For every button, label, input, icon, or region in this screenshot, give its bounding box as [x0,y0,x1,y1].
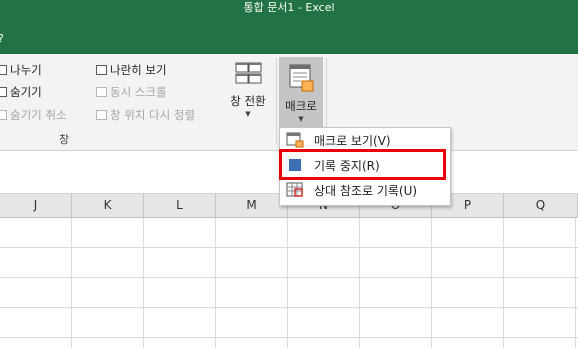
row-gridline [0,337,578,338]
column-gridline [503,218,504,348]
column-gridline [431,218,432,348]
split-icon [0,65,7,75]
switch-windows-icon [235,62,262,84]
macro-dropdown-menu: 매크로 보기(V) 기록 중지(R) 상대 참조로 기록(U) [279,127,451,206]
stop-recording-icon [286,157,304,173]
reset-position-label: 창 위치 다시 정렬 [110,108,196,122]
column-header[interactable]: Q [504,194,578,217]
column-header[interactable]: K [72,194,144,217]
column-header[interactable]: M [216,194,288,217]
column-gridline [215,218,216,348]
macros-button[interactable]: 매크로 ▼ [279,57,323,127]
side-by-side-button[interactable]: 나란히 보기 [96,62,167,78]
row-gridline [0,307,578,308]
menu-item-stop-recording[interactable]: 기록 중지(R) [280,153,450,177]
hide-icon [0,87,7,97]
sync-scroll-icon [96,87,107,97]
unhide-button[interactable]: 숨기기 취소 [0,107,67,123]
unhide-icon [0,110,7,120]
sync-scroll-button[interactable]: 동시 스크롤 [96,84,167,100]
split-label: 나누기 [10,63,42,77]
menu-item-label: 기록 중지(R) [314,158,380,173]
column-gridline [359,218,360,348]
switch-windows-label: 창 전환 [230,94,266,108]
help-icon[interactable]: ? [0,32,4,45]
column-header[interactable]: J [0,194,72,217]
window-title: 통합 문서1 - Excel [243,1,335,14]
chevron-down-icon: ▼ [298,115,304,123]
chevron-down-icon: ▼ [245,110,251,118]
sync-scroll-label: 동시 스크롤 [110,85,167,99]
relative-reference-icon [286,182,304,198]
hide-label: 숨기기 [10,85,42,99]
column-gridline [287,218,288,348]
group-divider [276,58,277,144]
menu-item-view-macros[interactable]: 매크로 보기(V) [280,128,450,152]
macros-icon [289,64,314,92]
row-gridline [0,247,578,248]
switch-windows-button[interactable]: 창 전환 ▼ [224,62,272,118]
side-by-side-icon [96,65,107,75]
side-by-side-label: 나란히 보기 [110,63,167,77]
hide-button[interactable]: 숨기기 [0,84,42,100]
macros-label: 매크로 [285,99,317,113]
view-macros-icon [286,132,304,148]
window-group-label: 창 [59,133,70,146]
unhide-label: 숨기기 취소 [10,108,67,122]
split-button[interactable]: 나누기 [0,62,42,78]
title-bar: 통합 문서1 - Excel ? [0,0,578,54]
row-gridline [0,277,578,278]
menu-item-label: 상대 참조로 기록(U) [314,183,418,198]
reset-position-button[interactable]: 창 위치 다시 정렬 [96,107,195,123]
cell-grid[interactable] [0,218,578,348]
column-gridline [143,218,144,348]
column-gridline [575,218,576,348]
menu-item-relative-reference[interactable]: 상대 참조로 기록(U) [280,178,450,202]
reset-position-icon [96,110,107,120]
menu-item-label: 매크로 보기(V) [314,133,391,148]
column-gridline [71,218,72,348]
column-header[interactable]: L [144,194,216,217]
